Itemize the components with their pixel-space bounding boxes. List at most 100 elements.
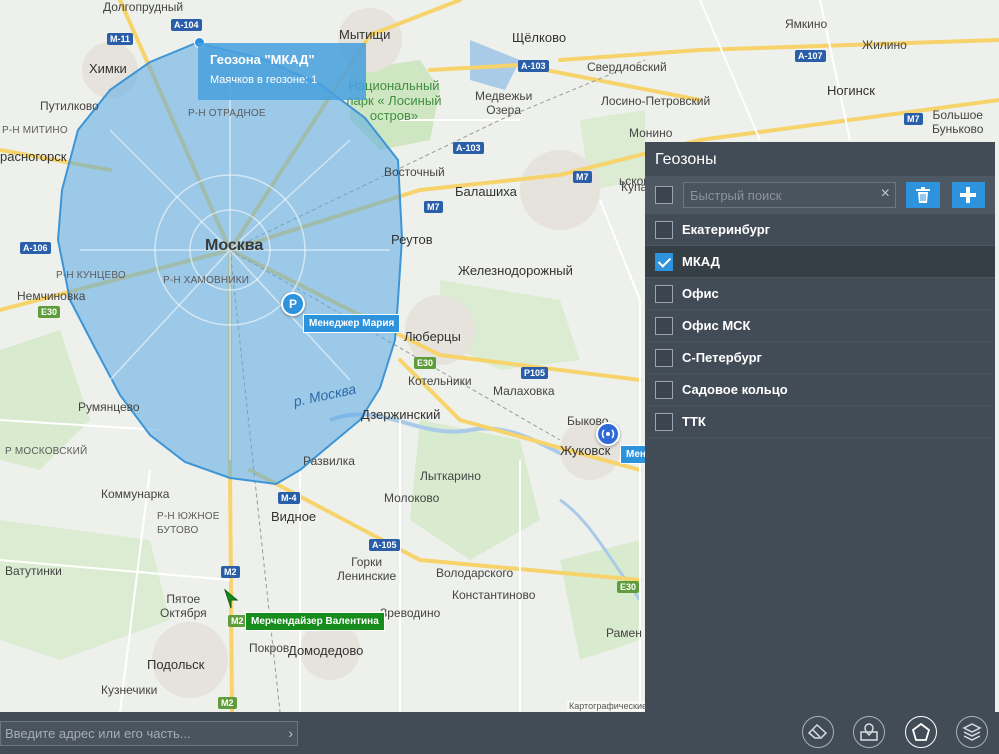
district-mitino: Р-Н МИТИНО xyxy=(2,125,68,136)
clear-search-icon[interactable]: × xyxy=(881,185,890,203)
select-all-checkbox[interactable] xyxy=(655,186,673,204)
city-reutov: Реутов xyxy=(391,232,433,247)
map-marker-tool-button[interactable] xyxy=(853,716,885,748)
shield-a103b: А-103 xyxy=(453,142,484,154)
city-molokovo: Молоково xyxy=(384,491,440,505)
panel-toolbar: × xyxy=(645,176,995,214)
shield-a106: А-106 xyxy=(20,242,51,254)
geozone-label: Офис МСК xyxy=(682,318,751,333)
city-razvilka: Развилка xyxy=(303,454,355,468)
geozone-checkbox[interactable] xyxy=(655,412,673,431)
geozone-label: Екатеринбург xyxy=(682,222,771,237)
address-search: › xyxy=(0,721,298,746)
address-search-input[interactable] xyxy=(1,722,281,745)
city-konstantinovo: Константиново xyxy=(452,588,536,602)
district-moskovsky: Р МОСКОВСКИЙ xyxy=(5,446,88,457)
city-vidnoe: Видное xyxy=(271,509,317,524)
district-yuzhnoe-butovo: Р-Н ЮЖНОЕ БУТОВО xyxy=(157,511,220,536)
city-mytishchi: Мытищи xyxy=(339,27,391,42)
geozone-tooltip-subtitle: Маячков в геозоне: 1 xyxy=(210,74,318,86)
parking-marker[interactable]: P xyxy=(281,292,305,316)
geozone-row[interactable]: МКАД xyxy=(645,246,995,278)
geozone-checkbox[interactable] xyxy=(655,284,673,303)
geozone-checkbox[interactable] xyxy=(655,380,673,399)
geozone-row[interactable]: Офис МСК xyxy=(645,310,995,342)
city-noginsk: Ногинск xyxy=(827,83,875,98)
shield-m2c: М2 xyxy=(218,697,237,709)
geozone-row[interactable]: Офис xyxy=(645,278,995,310)
city-sverdlovsky: Свердловский xyxy=(587,60,667,74)
city-kuznechiki: Кузнечики xyxy=(101,683,158,697)
eraser-icon xyxy=(808,724,828,739)
city-moscow: Москва xyxy=(205,237,264,254)
city-nemchinovka: Немчиновка xyxy=(17,289,86,303)
shield-m7a: М7 xyxy=(904,113,923,125)
city-gorki: Горки Ленинские xyxy=(337,555,397,583)
city-ramen: Рамен xyxy=(606,626,642,640)
eraser-tool-button[interactable] xyxy=(802,716,834,748)
delete-button[interactable] xyxy=(906,182,940,208)
district-kuntsevo: Р-Н КУНЦЕВО xyxy=(56,270,126,281)
layers-tool-button[interactable] xyxy=(956,716,988,748)
map-copyright: Картографические xyxy=(567,701,649,711)
district-khamovniki: Р-Н ХАМОВНИКИ xyxy=(163,275,250,286)
city-malakhovka: Малаховка xyxy=(493,384,555,398)
city-domodedovo: Домодедово xyxy=(288,643,364,658)
merchandiser-arrow-icon[interactable] xyxy=(223,588,239,610)
shield-e30b: Е30 xyxy=(414,357,437,369)
city-shchyolkovo: Щёлково xyxy=(512,30,567,45)
geozone-label: МКАД xyxy=(682,254,720,269)
beacon-marker[interactable] xyxy=(596,422,620,446)
city-lytkarino: Лыткарино xyxy=(420,469,481,483)
bottom-toolbar: › xyxy=(0,712,999,754)
city-balashikha: Балашиха xyxy=(455,184,517,199)
district-otradnoe: Р-Н ОТРАДНОЕ xyxy=(188,108,266,119)
shield-a103a: А-103 xyxy=(518,60,549,72)
geozones-panel: Геозоны × Екатеринбург МКАД Офис Офис МС… xyxy=(645,142,995,712)
geozone-list: Екатеринбург МКАД Офис Офис МСК С-Петерб… xyxy=(645,214,995,438)
city-krasnogorsk: расногорск xyxy=(0,149,67,164)
geozone-checkbox[interactable] xyxy=(655,348,673,367)
geozone-row[interactable]: Садовое кольцо xyxy=(645,374,995,406)
geozone-label: ТТК xyxy=(682,414,706,429)
geozone-label: Садовое кольцо xyxy=(682,382,788,397)
geozone-checkbox[interactable] xyxy=(655,252,673,271)
shield-m7b: М7 xyxy=(573,171,592,183)
geozone-row[interactable]: С-Петербург xyxy=(645,342,995,374)
city-zhilino: Жилино xyxy=(862,38,907,52)
shield-a105: А-105 xyxy=(369,539,400,551)
panel-title: Геозоны xyxy=(655,151,717,168)
geozone-row[interactable]: Екатеринбург xyxy=(645,214,995,246)
city-monino: Монино xyxy=(629,126,673,140)
city-predovino: Зреводино xyxy=(380,606,441,620)
beacon-icon xyxy=(601,429,615,439)
city-kupa: Купа xyxy=(621,180,648,194)
shield-m2b: М2 xyxy=(228,615,247,627)
city-dolgoprudny: Долгопрудный xyxy=(103,0,184,14)
geozone-tooltip: Геозона "МКАД" Маячков в геозоне: 1 xyxy=(198,43,366,100)
geozone-tool-button[interactable] xyxy=(905,716,937,748)
marker-label-manager-maria[interactable]: Менеджер Мария xyxy=(303,314,401,333)
address-go-icon[interactable]: › xyxy=(288,725,293,741)
geozone-checkbox[interactable] xyxy=(655,316,673,335)
layers-icon xyxy=(962,723,982,741)
shield-a107: А-107 xyxy=(795,50,826,62)
city-medvezhi: Медвежьи Озера xyxy=(475,89,533,117)
quick-search-input[interactable] xyxy=(683,182,896,208)
geozone-row[interactable]: ТТК xyxy=(645,406,995,438)
shield-e30c: Е30 xyxy=(617,581,640,593)
shield-p105: Р105 xyxy=(521,367,549,379)
city-kommunarka: Коммунарка xyxy=(101,487,170,501)
city-vostochny: Восточный xyxy=(384,165,445,179)
shield-m7c: М7 xyxy=(424,201,443,213)
add-geozone-button[interactable] xyxy=(951,182,985,208)
shield-m4: М-4 xyxy=(278,492,300,504)
marker-label-merchandiser[interactable]: Мерчендайзер Валентина xyxy=(245,612,385,631)
city-rumyantsevo: Румянцево xyxy=(78,400,140,414)
pentagon-icon xyxy=(911,722,931,741)
geozone-checkbox[interactable] xyxy=(655,220,673,239)
city-zheleznodorozhny: Железнодорожный xyxy=(458,263,573,278)
city-yamkino: Ямкино xyxy=(785,17,828,31)
city-lyubertsy: Люберцы xyxy=(404,329,461,344)
city-bolshoe: Большое Буньково xyxy=(932,108,984,136)
